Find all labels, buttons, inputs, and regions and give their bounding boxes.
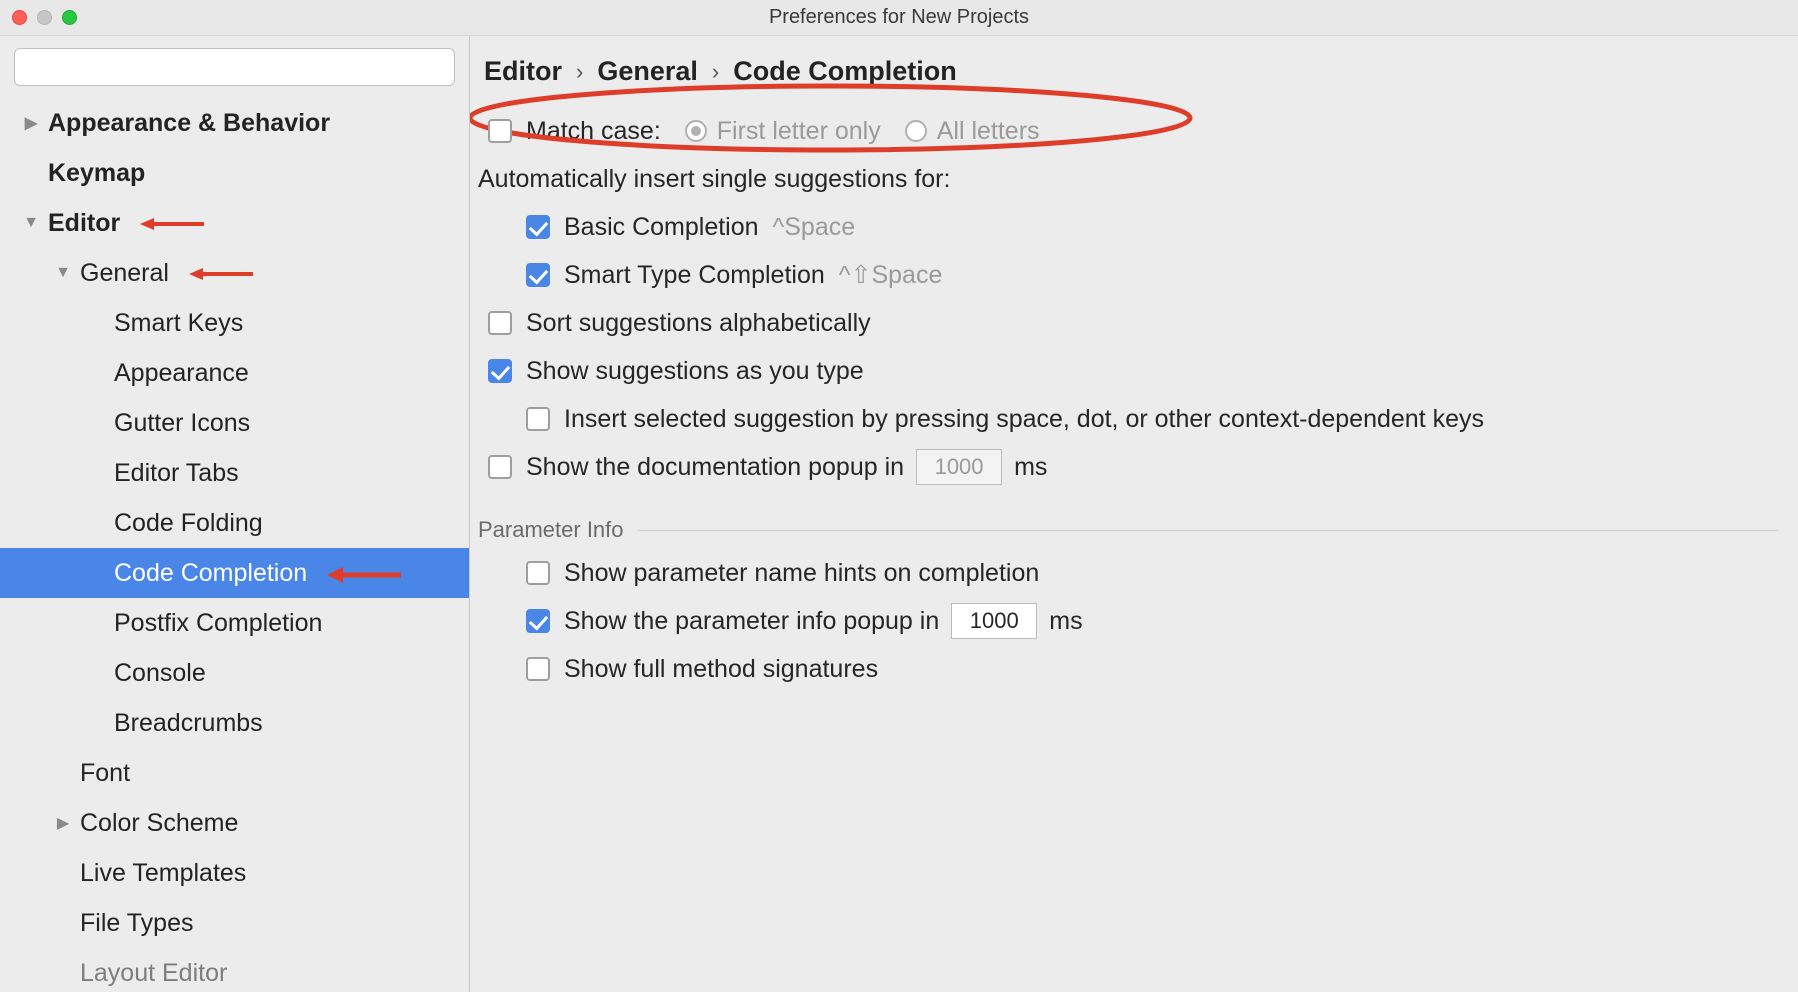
sidebar-item-general[interactable]: ▼ General xyxy=(0,248,469,298)
annotation-arrow-icon xyxy=(325,566,395,580)
breadcrumb-editor[interactable]: Editor xyxy=(484,56,562,87)
sidebar-item-gutter-icons[interactable]: Gutter Icons xyxy=(0,398,469,448)
show-as-type-label: Show suggestions as you type xyxy=(526,357,864,386)
match-case-row: Match case: First letter only All letter… xyxy=(478,107,1778,155)
settings-panel: Editor › General › Code Completion Match… xyxy=(470,36,1798,992)
maximize-icon[interactable] xyxy=(62,10,77,25)
sidebar-item-appearance-editor[interactable]: Appearance xyxy=(0,348,469,398)
basic-completion-label: Basic Completion xyxy=(564,213,759,242)
sidebar-item-font[interactable]: ▶ Font xyxy=(0,748,469,798)
insert-selected-label: Insert selected suggestion by pressing s… xyxy=(564,405,1484,434)
sidebar-item-keymap[interactable]: ▶ Keymap xyxy=(0,148,469,198)
full-signatures-label: Show full method signatures xyxy=(564,655,878,684)
sort-alpha-checkbox[interactable] xyxy=(488,311,512,335)
breadcrumb-general[interactable]: General xyxy=(597,56,698,87)
sidebar-item-postfix-completion[interactable]: Postfix Completion xyxy=(0,598,469,648)
param-popup-label-post: ms xyxy=(1049,607,1082,636)
annotation-arrow-icon xyxy=(187,266,257,280)
doc-popup-label-post: ms xyxy=(1014,453,1047,482)
chevron-right-icon: › xyxy=(576,59,583,85)
sidebar-item-live-templates[interactable]: ▶ Live Templates xyxy=(0,848,469,898)
sidebar: ▶ Appearance & Behavior ▶ Keymap ▼ Edito… xyxy=(0,36,470,992)
sidebar-item-breadcrumbs[interactable]: Breadcrumbs xyxy=(0,698,469,748)
param-popup-label-pre: Show the parameter info popup in xyxy=(564,607,939,636)
close-icon[interactable] xyxy=(12,10,27,25)
all-letters-label: All letters xyxy=(937,117,1040,146)
window-titlebar: Preferences for New Projects xyxy=(0,0,1798,36)
settings-tree: ▶ Appearance & Behavior ▶ Keymap ▼ Edito… xyxy=(0,98,469,992)
smart-completion-label: Smart Type Completion xyxy=(564,261,825,290)
smart-completion-shortcut: ^⇧Space xyxy=(839,260,943,290)
chevron-right-icon: ▶ xyxy=(20,113,42,133)
sidebar-item-color-scheme[interactable]: ▶ Color Scheme xyxy=(0,798,469,848)
window-title: Preferences for New Projects xyxy=(0,6,1798,29)
breadcrumb-code-completion: Code Completion xyxy=(733,56,957,87)
sidebar-item-editor[interactable]: ▼ Editor xyxy=(0,198,469,248)
full-signatures-checkbox[interactable] xyxy=(526,657,550,681)
insert-selected-checkbox[interactable] xyxy=(526,407,550,431)
minimize-icon[interactable] xyxy=(37,10,52,25)
parameter-info-section: Parameter Info xyxy=(478,491,1778,549)
breadcrumb: Editor › General › Code Completion xyxy=(478,50,1778,107)
param-hints-checkbox[interactable] xyxy=(526,561,550,585)
doc-popup-checkbox[interactable] xyxy=(488,455,512,479)
show-as-type-checkbox[interactable] xyxy=(488,359,512,383)
doc-popup-label-pre: Show the documentation popup in xyxy=(526,453,904,482)
match-case-checkbox[interactable] xyxy=(488,119,512,143)
window-controls xyxy=(12,10,77,25)
sort-alpha-label: Sort suggestions alphabetically xyxy=(526,309,871,338)
smart-completion-checkbox[interactable] xyxy=(526,263,550,287)
doc-popup-ms-input[interactable] xyxy=(916,449,1002,485)
sidebar-item-code-completion[interactable]: Code Completion xyxy=(0,548,469,598)
sidebar-item-appearance-behavior[interactable]: ▶ Appearance & Behavior xyxy=(0,98,469,148)
param-popup-checkbox[interactable] xyxy=(526,609,550,633)
chevron-right-icon: › xyxy=(712,59,719,85)
basic-completion-shortcut: ^Space xyxy=(773,213,856,242)
sidebar-item-file-types[interactable]: ▶ File Types xyxy=(0,898,469,948)
sidebar-item-code-folding[interactable]: Code Folding xyxy=(0,498,469,548)
chevron-down-icon: ▼ xyxy=(20,214,42,232)
all-letters-radio[interactable] xyxy=(905,120,927,142)
sidebar-item-smart-keys[interactable]: Smart Keys xyxy=(0,298,469,348)
first-letter-radio[interactable] xyxy=(685,120,707,142)
chevron-right-icon: ▶ xyxy=(52,813,74,833)
sidebar-item-layout-editor[interactable]: ▶ Layout Editor xyxy=(0,948,469,992)
basic-completion-checkbox[interactable] xyxy=(526,215,550,239)
auto-insert-heading: Automatically insert single suggestions … xyxy=(478,155,1778,203)
sidebar-item-editor-tabs[interactable]: Editor Tabs xyxy=(0,448,469,498)
param-popup-ms-input[interactable] xyxy=(951,603,1037,639)
search-input[interactable] xyxy=(14,48,455,86)
first-letter-label: First letter only xyxy=(717,117,881,146)
match-case-label: Match case: xyxy=(526,117,661,146)
chevron-down-icon: ▼ xyxy=(52,264,74,282)
param-hints-label: Show parameter name hints on completion xyxy=(564,559,1039,588)
sidebar-item-console[interactable]: Console xyxy=(0,648,469,698)
annotation-arrow-icon xyxy=(138,216,208,230)
